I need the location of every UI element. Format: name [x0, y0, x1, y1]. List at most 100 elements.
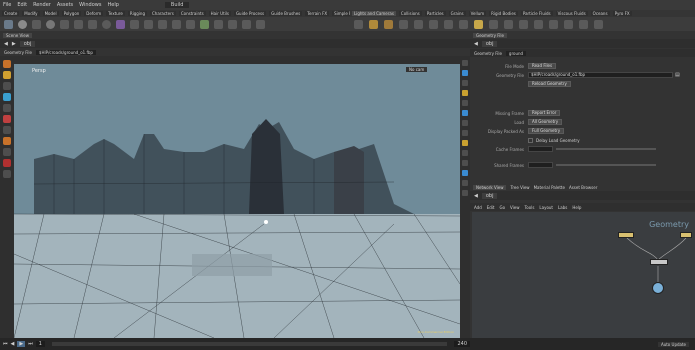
camera-tool-icon[interactable]: [354, 19, 363, 29]
shelf-tab-guide-process[interactable]: Guide Process: [233, 11, 267, 16]
auto-update-menu[interactable]: Auto Update: [657, 341, 689, 347]
lighting-icon[interactable]: [462, 100, 468, 106]
network-editor[interactable]: Geometry: [472, 212, 695, 338]
path-tool-icon[interactable]: [144, 19, 153, 29]
shelf-tab-lights[interactable]: Lights and Cameras: [352, 11, 396, 16]
brush-tool-icon[interactable]: [3, 148, 11, 156]
missing-frame-menu[interactable]: Report Error: [528, 110, 561, 116]
back-arrow-icon[interactable]: ◀: [4, 41, 8, 47]
menu-render[interactable]: Render: [33, 2, 51, 8]
node-name-field[interactable]: ground: [505, 50, 527, 56]
environment-light-icon[interactable]: [459, 19, 468, 29]
load-menu[interactable]: All Geometry: [528, 119, 563, 125]
spot-light-icon[interactable]: [384, 19, 393, 29]
viewport-persp-label[interactable]: Persp: [32, 68, 46, 74]
shelf-tab-constraints[interactable]: Constraints: [178, 11, 206, 16]
menu-windows[interactable]: Windows: [79, 2, 101, 8]
current-frame[interactable]: 1: [35, 341, 45, 347]
tab-geometry-file[interactable]: Geometry File: [473, 32, 507, 38]
xray-icon[interactable]: [462, 190, 468, 196]
network-node[interactable]: [618, 232, 634, 238]
menu-help[interactable]: Help: [107, 2, 118, 8]
platonic-icon[interactable]: [186, 19, 195, 29]
shelf-tab-pyro[interactable]: Pyro FX: [612, 11, 632, 16]
shelf-tab-vellum[interactable]: Vellum: [468, 11, 487, 16]
snap-tool-icon[interactable]: [3, 170, 11, 178]
move-tool-icon[interactable]: [3, 71, 11, 79]
draw-curve-icon[interactable]: [130, 19, 139, 29]
shelf-tab-deform[interactable]: Deform: [84, 11, 104, 16]
shelf-tab-oceans[interactable]: Oceans: [590, 11, 610, 16]
menu-edit[interactable]: Edit: [17, 2, 27, 8]
circle-tool-icon[interactable]: [102, 19, 111, 29]
portal-light-icon[interactable]: [519, 19, 528, 29]
view-tool-icon[interactable]: [3, 137, 11, 145]
scale-tool-icon[interactable]: [3, 93, 11, 101]
template-icon[interactable]: [462, 180, 468, 186]
shelf-tab-grains[interactable]: Grains: [448, 11, 466, 16]
shelf-tab-hair[interactable]: Hair Utils: [208, 11, 231, 16]
play-icon[interactable]: ▶: [17, 341, 26, 347]
jump-start-icon[interactable]: ⏮: [3, 341, 8, 347]
gi-light-icon[interactable]: [489, 19, 498, 29]
pose-tool-icon[interactable]: [3, 115, 11, 123]
shelf-tab-guide-brushes[interactable]: Guide Brushes: [269, 11, 303, 16]
geometry-file-field[interactable]: $HIP/croads/ground_o1.fbp: [528, 72, 673, 78]
shelf-tab-model[interactable]: Model: [42, 11, 59, 16]
timeline-scrubber[interactable]: [51, 342, 448, 346]
tab-asset-browser[interactable]: Asset Browser: [569, 185, 597, 190]
play-back-icon[interactable]: ◀: [11, 341, 15, 347]
shared-frames-slider[interactable]: [556, 164, 656, 166]
tab-material-palette[interactable]: Material Palette: [534, 185, 565, 190]
desktop-select[interactable]: Build: [164, 2, 190, 8]
distant-light-icon[interactable]: [444, 19, 453, 29]
camera-display-icon[interactable]: [462, 150, 468, 156]
display-option-icon[interactable]: [462, 60, 468, 66]
backface-icon[interactable]: [462, 130, 468, 136]
reload-geometry-button[interactable]: Reload Geometry: [528, 81, 571, 87]
shading-mode-icon[interactable]: [462, 70, 468, 76]
rotate-tool-icon[interactable]: [3, 82, 11, 90]
shelf-tab-rbd[interactable]: Rigid Bodies: [489, 11, 518, 16]
3d-viewport[interactable]: Persp No cam Non-Commercial Edition: [14, 64, 460, 338]
tab-tree-view[interactable]: Tree View: [510, 185, 529, 190]
line-tool-icon[interactable]: [88, 19, 97, 29]
sky-light-icon[interactable]: [474, 19, 483, 29]
jump-end-icon[interactable]: ⏭: [28, 341, 33, 347]
normals-icon[interactable]: [462, 110, 468, 116]
forward-arrow-icon[interactable]: ▶: [12, 41, 16, 47]
helix-tool-icon[interactable]: [256, 19, 265, 29]
file-mode-menu[interactable]: Read Files: [528, 63, 557, 69]
ambient-light-icon[interactable]: [534, 19, 543, 29]
null-tool-icon[interactable]: [74, 19, 83, 29]
torus-tool-icon[interactable]: [46, 19, 55, 29]
net-menu-help[interactable]: Help: [572, 205, 581, 210]
stereo-camera-icon[interactable]: [549, 19, 558, 29]
shelf-tab-pfluids[interactable]: Particle Fluids: [520, 11, 553, 16]
bounding-box-icon[interactable]: [462, 170, 468, 176]
font-tool-icon[interactable]: [172, 19, 181, 29]
net-menu-add[interactable]: Add: [474, 205, 482, 210]
cache-frames-field[interactable]: [528, 146, 553, 152]
net-menu-labs[interactable]: Labs: [558, 205, 567, 210]
shelf-tab-collisions[interactable]: Collisions: [398, 11, 422, 16]
net-menu-tools[interactable]: Tools: [525, 205, 535, 210]
tube-tool-icon[interactable]: [32, 19, 41, 29]
shelf-tab-modify[interactable]: Modify: [22, 11, 40, 16]
background-icon[interactable]: [462, 160, 468, 166]
volume-light-icon[interactable]: [429, 19, 438, 29]
grid-tool-icon[interactable]: [60, 19, 69, 29]
shelf-tab-polygon[interactable]: Polygon: [61, 11, 82, 16]
metaball-icon[interactable]: [214, 19, 223, 29]
file-path-field[interactable]: $HIP/croads/ground_o1.fbp: [35, 49, 96, 55]
shelf-tab-characters[interactable]: Characters: [149, 11, 176, 16]
paint-tool-icon[interactable]: [3, 126, 11, 134]
parm-obj-path[interactable]: obj: [481, 40, 498, 47]
menu-assets[interactable]: Assets: [57, 2, 73, 8]
net-menu-edit[interactable]: Edit: [487, 205, 495, 210]
net-menu-view[interactable]: View: [510, 205, 520, 210]
l-system-icon[interactable]: [200, 19, 209, 29]
shelf-tab-rigging[interactable]: Rigging: [127, 11, 147, 16]
wireframe-icon[interactable]: [462, 80, 468, 86]
shelf-tab-texture[interactable]: Texture: [106, 11, 125, 16]
